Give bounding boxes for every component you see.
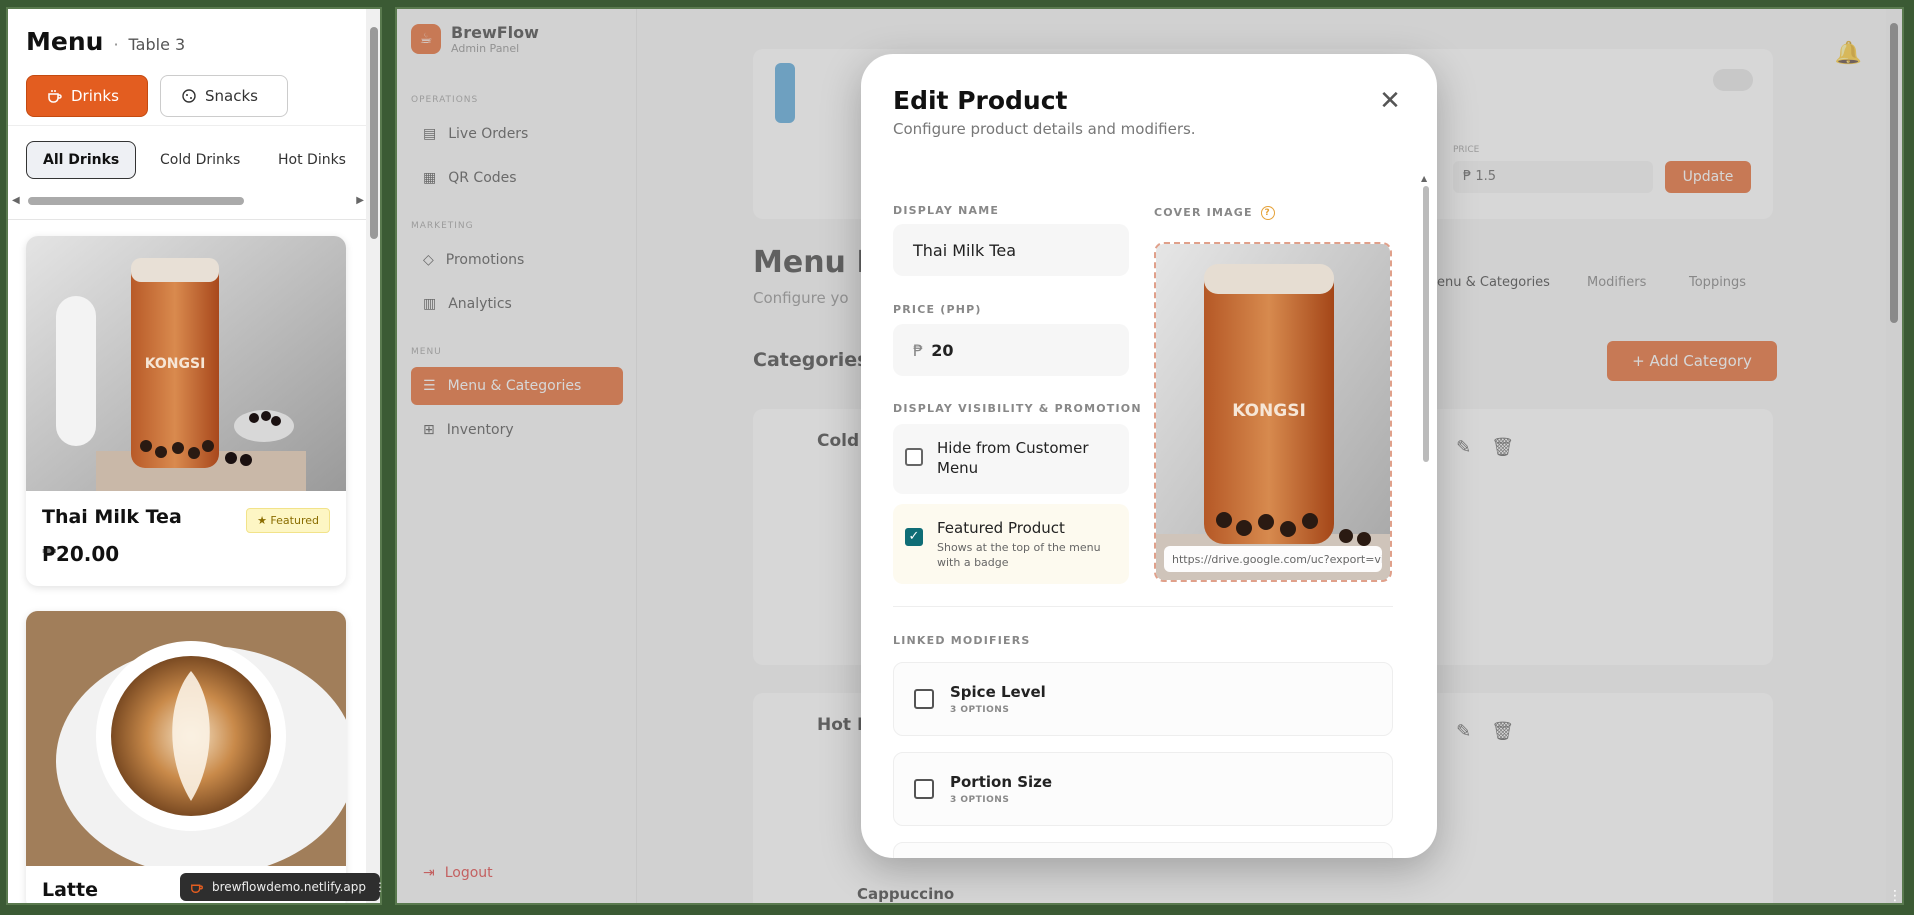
modal-subtitle: Configure product details and modifiers.: [893, 120, 1196, 138]
url-tooltip[interactable]: brewflowdemo.netlify.app ⋮: [180, 873, 386, 901]
modifier-portion-size[interactable]: Portion Size 3 OPTIONS: [893, 752, 1393, 826]
featured-product-option[interactable]: ✓ Featured Product Shows at the top of t…: [893, 504, 1129, 584]
subtab-all-drinks[interactable]: All Drinks: [26, 141, 137, 179]
window-scrollbar[interactable]: [1886, 9, 1902, 903]
cover-image-dropzone[interactable]: KONGSI https://drive.google.com/uc?expor…: [1154, 242, 1392, 582]
hide-checkbox[interactable]: [905, 448, 923, 466]
featured-badge: ★ Featured: [246, 508, 330, 533]
scrollbar-thumb[interactable]: [28, 197, 244, 205]
cover-image: KONGSI: [1156, 244, 1390, 580]
price-input[interactable]: ₱ 20: [893, 324, 1129, 376]
peso-symbol: ₱: [913, 340, 924, 360]
hide-label: Hide from Customer Menu: [937, 439, 1089, 477]
subtab-cold-drinks[interactable]: Cold Drinks: [144, 141, 256, 179]
divider: [8, 125, 366, 126]
display-name-label: DISPLAY NAME: [893, 204, 1000, 217]
product-name: Thai Milk Tea: [42, 506, 182, 528]
help-icon[interactable]: ?: [1260, 206, 1275, 220]
product-image-thai-milk-tea: KONGSI: [26, 236, 346, 491]
modifier-row-partial[interactable]: [893, 842, 1393, 858]
modal-scrollbar[interactable]: ▲: [1421, 174, 1431, 850]
menu-title: Menu: [26, 27, 104, 56]
featured-description: Shows at the top of the menu with a badg…: [937, 541, 1101, 569]
scrollbar-thumb[interactable]: [370, 27, 378, 239]
hide-from-menu-option[interactable]: Hide from Customer Menu: [893, 424, 1129, 494]
modifier-count: 3 OPTIONS: [950, 705, 1010, 715]
vertical-scrollbar[interactable]: [366, 9, 380, 903]
product-price: ₱20.00: [42, 542, 120, 566]
tab-snacks[interactable]: Snacks: [160, 75, 288, 117]
featured-checkbox[interactable]: ✓: [905, 528, 923, 546]
product-name: Latte: [42, 879, 98, 901]
featured-label: Featured Product: [937, 519, 1065, 537]
more-vertical-icon[interactable]: ⋮: [374, 880, 386, 894]
tab-drinks[interactable]: Drinks: [26, 75, 148, 117]
scrollbar-thumb[interactable]: [1890, 23, 1898, 323]
divider: [8, 219, 366, 220]
cover-image-label: COVER IMAGE?: [1154, 206, 1275, 220]
price-label: PRICE (PHP): [893, 303, 982, 316]
divider: [893, 606, 1393, 607]
horizontal-scrollbar[interactable]: ◀ ▶: [12, 195, 364, 207]
modifier-name: Spice Level: [950, 683, 1046, 701]
tab-snacks-label: Snacks: [205, 87, 258, 105]
modal-title: Edit Product: [893, 86, 1068, 115]
product-card-latte[interactable]: Latte: [26, 611, 346, 903]
modifier-spice-level[interactable]: Spice Level 3 OPTIONS: [893, 662, 1393, 736]
scrollbar-thumb[interactable]: [1423, 186, 1429, 462]
product-card-thai-milk-tea[interactable]: KONGSI Thai Milk Tea ★ Featured ₱20.00: [26, 236, 346, 586]
subtab-hot-drinks[interactable]: Hot Dinks: [262, 141, 362, 179]
linked-modifiers-label: LINKED MODIFIERS: [893, 634, 1031, 647]
scroll-up-icon[interactable]: ▲: [1421, 174, 1427, 183]
coffee-cup-icon: [190, 880, 204, 894]
customer-menu-window: Menu · Table 3 Drinks Snacks All Drinks …: [6, 7, 382, 905]
modifier-name: Portion Size: [950, 773, 1053, 791]
scroll-left-icon[interactable]: ◀: [12, 195, 20, 206]
price-value: 20: [931, 340, 954, 360]
scroll-right-icon[interactable]: ▶: [356, 195, 364, 206]
svg-text:KONGSI: KONGSI: [145, 356, 206, 372]
visibility-label: DISPLAY VISIBILITY & PROMOTION: [893, 402, 1142, 415]
menu-header: Menu · Table 3: [26, 27, 185, 56]
tab-drinks-label: Drinks: [71, 87, 119, 105]
modifier-count: 3 OPTIONS: [950, 795, 1010, 805]
svg-text:KONGSI: KONGSI: [1232, 401, 1306, 421]
modifier-checkbox[interactable]: [914, 779, 934, 799]
cover-url-input[interactable]: https://drive.google.com/uc?export=view: [1164, 546, 1382, 572]
modifier-checkbox[interactable]: [914, 689, 934, 709]
close-icon[interactable]: ✕: [1377, 88, 1403, 114]
cookie-icon: [181, 88, 197, 104]
coffee-cup-icon: [47, 88, 63, 104]
display-name-input[interactable]: Thai Milk Tea: [893, 224, 1129, 276]
more-vertical-icon[interactable]: ⋮: [1888, 888, 1902, 904]
edit-product-modal: Edit Product Configure product details a…: [861, 54, 1437, 858]
table-label: Table 3: [128, 35, 186, 54]
cover-label-text: COVER IMAGE: [1154, 206, 1253, 219]
separator-dot: ·: [113, 35, 119, 54]
url-text: brewflowdemo.netlify.app: [212, 880, 367, 894]
product-image-latte: [26, 611, 346, 876]
